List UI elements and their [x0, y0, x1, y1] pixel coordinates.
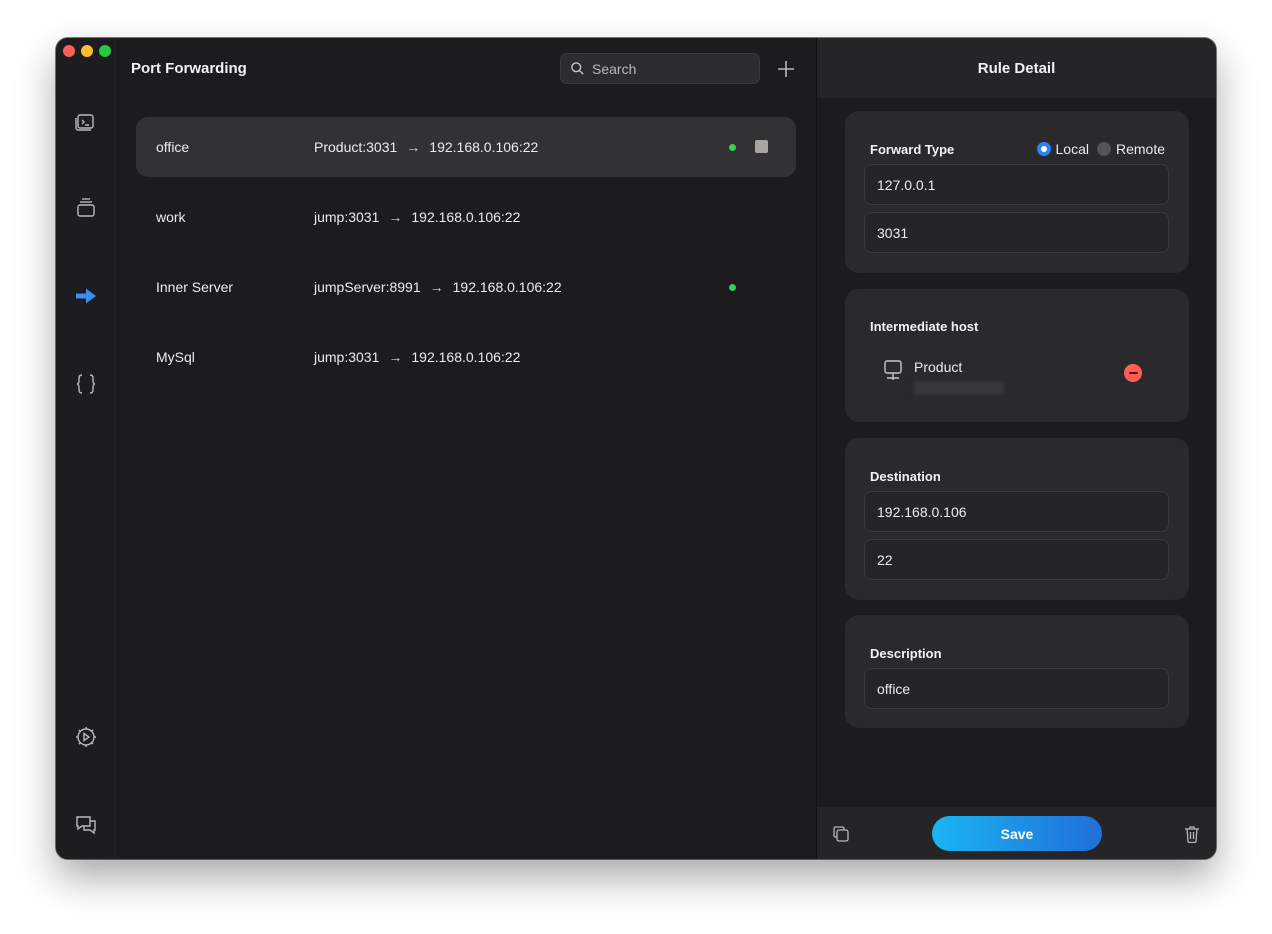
radio-local[interactable]: Local [1036, 141, 1089, 157]
destination-port-field[interactable]: 22 [864, 539, 1169, 580]
rule-target: 192.168.0.106:22 [411, 349, 521, 365]
radio-local-label: Local [1055, 141, 1089, 157]
rule-route: jumpServer:8991 → 192.168.0.106:22 [314, 279, 562, 295]
window-controls [63, 45, 111, 57]
stop-button[interactable] [755, 140, 768, 153]
rule-route: jump:3031 → 192.168.0.106:22 [314, 349, 520, 365]
radio-unselected-icon [1096, 142, 1111, 156]
save-button[interactable]: Save [932, 816, 1102, 851]
rule-route: jump:3031 → 192.168.0.106:22 [314, 209, 520, 225]
minimize-window-button[interactable] [81, 45, 93, 57]
terminal-icon[interactable] [73, 109, 99, 135]
forward-type-label: Forward Type [870, 142, 955, 157]
redacted-host-address [914, 381, 1004, 395]
bind-port-field[interactable]: 3031 [864, 212, 1169, 253]
remove-host-button[interactable] [1124, 364, 1142, 382]
rules-panel: Port Forwarding office Product:3031 → 19… [116, 38, 815, 859]
braces-icon[interactable] [73, 371, 99, 397]
rule-detail-panel: Rule Detail Forward Type Local Remote 12… [816, 38, 1216, 859]
arrow-icon: → [388, 209, 403, 225]
rule-source: jumpServer:8991 [314, 279, 421, 295]
radio-remote-label: Remote [1115, 141, 1165, 157]
rule-target: 192.168.0.106:22 [411, 209, 521, 225]
radio-remote[interactable]: Remote [1096, 141, 1165, 157]
rule-row[interactable]: work jump:3031 → 192.168.0.106:22 [136, 187, 796, 247]
forward-type-radio-group: Local Remote [1036, 141, 1165, 157]
maximize-window-button[interactable] [99, 45, 111, 57]
intermediate-host-name: Product [914, 359, 963, 375]
add-rule-button[interactable] [775, 58, 797, 80]
trash-icon [1185, 826, 1199, 843]
nav-rail [56, 38, 115, 859]
description-card: Description office [845, 615, 1189, 728]
rule-source: jump:3031 [314, 349, 380, 365]
settings-icon[interactable] [73, 724, 99, 750]
rule-name: office [156, 139, 190, 155]
destination-card: Destination 192.168.0.106 22 [845, 438, 1189, 600]
rule-route: Product:3031 → 192.168.0.106:22 [314, 139, 538, 155]
stack-icon[interactable] [73, 195, 99, 221]
running-status-dot [729, 144, 736, 151]
search-box[interactable] [560, 53, 760, 84]
detail-footer: Save [817, 807, 1216, 859]
arrow-icon: → [388, 349, 403, 365]
description-field[interactable]: office [864, 668, 1169, 709]
server-icon [884, 360, 902, 380]
app-window: Port Forwarding office Product:3031 → 19… [56, 38, 1216, 859]
search-icon [571, 62, 584, 75]
rule-target: 192.168.0.106:22 [429, 139, 539, 155]
page-title: Port Forwarding [131, 60, 247, 77]
chat-icon[interactable] [73, 811, 99, 837]
rule-source: Product:3031 [314, 139, 398, 155]
rule-row[interactable]: Inner Server jumpServer:8991 → 192.168.0… [136, 257, 796, 317]
rule-source: jump:3031 [314, 209, 380, 225]
rule-name: work [156, 209, 186, 225]
arrow-icon: → [406, 139, 421, 155]
search-input[interactable] [592, 60, 742, 77]
rule-name: Inner Server [156, 279, 234, 295]
copy-icon [833, 826, 849, 842]
running-status-dot [729, 284, 736, 291]
rule-row[interactable]: MySql jump:3031 → 192.168.0.106:22 [136, 327, 796, 387]
forward-type-card: Forward Type Local Remote 127.0.0.1 3031 [845, 111, 1189, 273]
duplicate-button[interactable] [831, 824, 851, 844]
destination-host-field[interactable]: 192.168.0.106 [864, 491, 1169, 532]
description-label: Description [870, 646, 942, 661]
plus-icon [778, 61, 794, 77]
arrow-right-icon[interactable] [73, 283, 99, 309]
close-window-button[interactable] [63, 45, 75, 57]
detail-title: Rule Detail [977, 59, 1056, 77]
rule-name: MySql [156, 349, 195, 365]
detail-header: Rule Detail [817, 38, 1216, 98]
intermediate-host-card: Intermediate host Product [845, 289, 1189, 422]
rule-row[interactable]: office Product:3031 → 192.168.0.106:22 [136, 117, 796, 177]
intermediate-host-item[interactable]: Product [883, 359, 1004, 395]
delete-button[interactable] [1182, 824, 1202, 844]
intermediate-host-label: Intermediate host [870, 319, 979, 334]
radio-selected-icon [1036, 142, 1051, 156]
rule-target: 192.168.0.106:22 [452, 279, 562, 295]
rule-list: office Product:3031 → 192.168.0.106:22 w… [136, 117, 796, 397]
destination-label: Destination [870, 469, 941, 484]
arrow-icon: → [429, 279, 444, 295]
bind-host-field[interactable]: 127.0.0.1 [864, 164, 1169, 205]
